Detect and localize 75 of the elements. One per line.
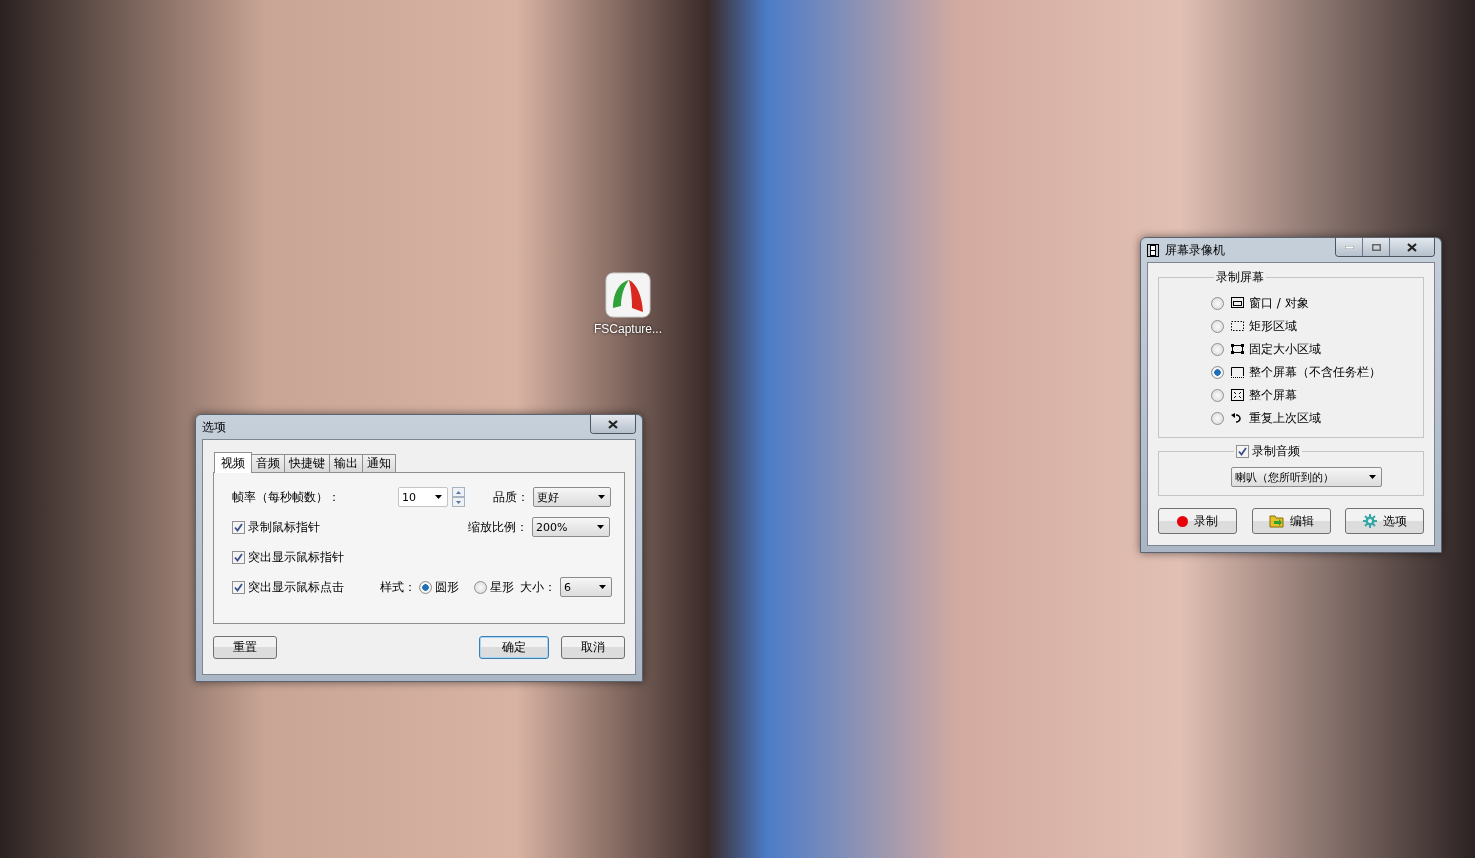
radio-label: 星形: [490, 578, 515, 596]
checkbox[interactable]: [232, 520, 245, 534]
radio-button[interactable]: [419, 580, 433, 594]
maximize-button[interactable]: [1362, 238, 1389, 256]
window-title: 屏幕录像机: [1165, 241, 1226, 259]
size-label: 大小：: [520, 578, 558, 596]
radio-button[interactable]: [1211, 365, 1224, 379]
caret-icon: [1369, 475, 1376, 479]
app-icon: [605, 272, 651, 318]
tab[interactable]: 视频: [214, 452, 252, 473]
checkbox[interactable]: [232, 580, 245, 594]
size-dropdown[interactable]: 6: [560, 577, 612, 597]
close-icon: [608, 419, 618, 429]
caret-icon: [597, 525, 604, 529]
frame-rate-label: 帧率（每秒帧数）：: [232, 488, 341, 506]
record-dot-icon: [1177, 515, 1188, 527]
checkbox[interactable]: [232, 550, 245, 564]
close-icon: [1407, 242, 1417, 252]
tab[interactable]: 输出: [329, 454, 363, 472]
checkbox-label: 突出显示鼠标指针: [248, 548, 344, 566]
caret-icon: [598, 495, 605, 499]
radio-label: 整个屏幕（不含任务栏）: [1249, 363, 1381, 381]
fixed-icon: [1230, 342, 1245, 356]
group-title: 录制屏幕: [1215, 269, 1265, 286]
down-arrow-icon: [456, 500, 461, 504]
scale-dropdown[interactable]: 200%: [532, 517, 610, 537]
spin-up-button[interactable]: [452, 487, 465, 497]
options-button[interactable]: 选项: [1345, 508, 1424, 534]
radio-button[interactable]: [1211, 411, 1224, 425]
radio-button[interactable]: [1211, 388, 1224, 402]
screen-no-taskbar-icon: [1230, 365, 1245, 379]
close-button[interactable]: [591, 415, 635, 433]
checkbox-label: 突出显示鼠标点击: [248, 578, 344, 596]
audio-device-dropdown[interactable]: 喇叭（您所听到的）: [1231, 467, 1382, 487]
window-icon: [1230, 296, 1245, 310]
record-button[interactable]: 录制: [1158, 508, 1237, 534]
style-label: 样式：: [379, 578, 417, 596]
caret-icon: [435, 495, 442, 499]
caret-icon: [599, 585, 606, 589]
radio-button[interactable]: [1211, 342, 1224, 356]
rect-icon: [1230, 319, 1245, 333]
checkbox-label: 录制鼠标指针: [248, 518, 320, 536]
edit-button[interactable]: 编辑: [1251, 508, 1331, 534]
folder-icon: [1268, 514, 1284, 528]
minimize-icon: [1344, 245, 1354, 249]
radio-button[interactable]: [474, 580, 488, 594]
radio-label: 圆形: [435, 578, 460, 596]
radio-label: 矩形区域: [1249, 317, 1297, 335]
radio-button[interactable]: [1211, 296, 1224, 310]
dialog-button[interactable]: 确定: [479, 636, 549, 659]
dialog-button[interactable]: 取消: [561, 636, 625, 659]
checkbox-label: 录制音频: [1252, 443, 1300, 460]
scale-label: 缩放比例：: [467, 518, 529, 536]
desktop-icon-label[interactable]: FSCapture...: [594, 322, 662, 336]
quality-label: 品质：: [492, 488, 530, 506]
quality-dropdown[interactable]: 更好: [533, 487, 611, 507]
tab[interactable]: 音频: [251, 454, 285, 472]
radio-label: 窗口 / 对象: [1249, 294, 1309, 312]
window-title: 选项: [202, 418, 227, 436]
film-icon: [1147, 243, 1159, 257]
close-button[interactable]: [1389, 238, 1434, 256]
dialog-button[interactable]: 重置: [213, 636, 277, 659]
spin-down-button[interactable]: [452, 497, 465, 507]
screen-icon: [1230, 388, 1245, 402]
radio-label: 整个屏幕: [1249, 386, 1297, 404]
gear-icon: [1362, 514, 1377, 528]
radio-label: 固定大小区域: [1249, 340, 1321, 358]
checkbox[interactable]: [1236, 445, 1249, 458]
radio-label: 重复上次区域: [1249, 409, 1321, 427]
radio-button[interactable]: [1211, 319, 1224, 333]
frame-rate-dropdown[interactable]: 10: [398, 487, 448, 507]
maximize-icon: [1371, 243, 1381, 251]
up-arrow-icon: [456, 490, 461, 494]
tab[interactable]: 快捷键: [284, 454, 330, 472]
tab[interactable]: 通知: [362, 454, 396, 472]
